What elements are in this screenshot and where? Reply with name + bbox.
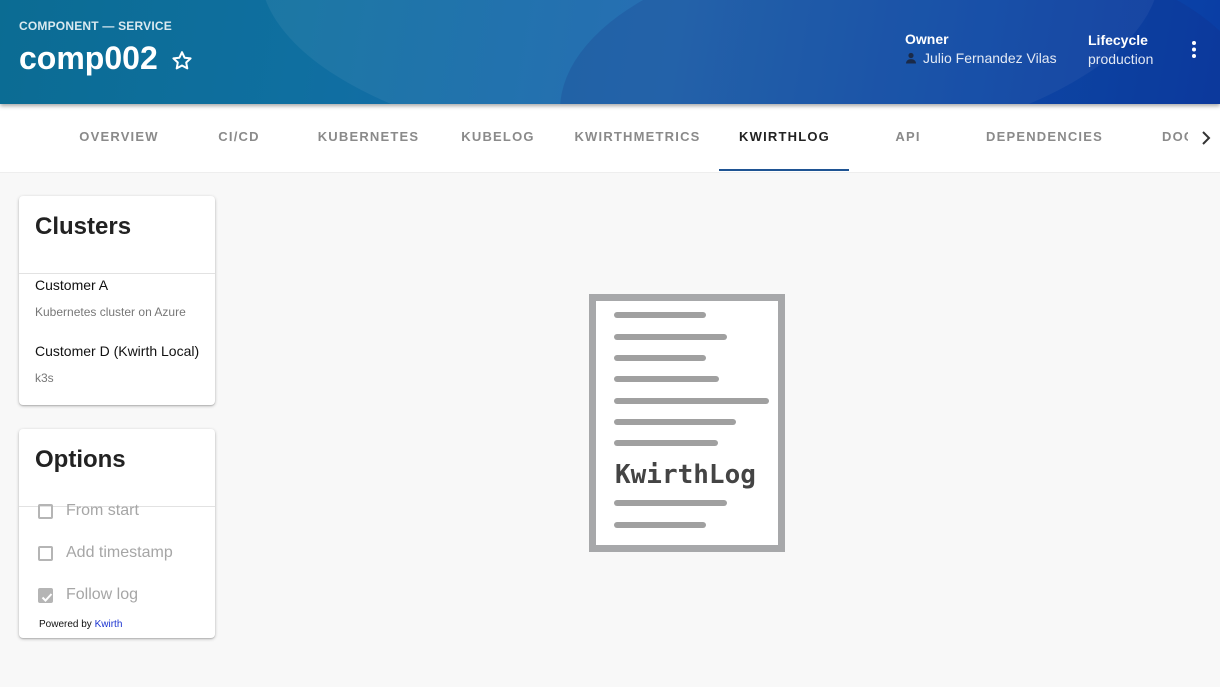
owner-label: Owner xyxy=(905,31,949,47)
lifecycle-value: production xyxy=(1088,51,1154,67)
tab-kwirthmetrics[interactable]: KWIRTHMETRICS xyxy=(555,104,720,172)
option-label: Follow log xyxy=(66,586,139,603)
option-label: Add timestamp xyxy=(66,544,173,561)
tab-api[interactable]: API xyxy=(849,104,967,172)
lifecycle-block: Lifecycle production xyxy=(1088,32,1153,67)
cluster-name: Customer A xyxy=(35,277,109,293)
chevron-right-icon[interactable] xyxy=(1196,124,1216,152)
person-icon xyxy=(906,52,916,64)
cluster-name: Customer D (Kwirth Local) xyxy=(35,343,200,359)
powered-by: Powered by Kwirth xyxy=(39,619,122,630)
tab-kwirthlog[interactable]: KWIRTHLOG xyxy=(720,104,849,172)
cluster-description: k3s xyxy=(35,371,54,385)
more-options-icon[interactable] xyxy=(1186,40,1202,60)
tab-overview[interactable]: OVERVIEW xyxy=(56,104,182,172)
tab-dependencies[interactable]: DEPENDENCIES xyxy=(967,104,1122,172)
clusters-title: Clusters xyxy=(35,213,132,240)
entity-kind-label: COMPONENT — SERVICE xyxy=(19,19,172,33)
checkbox[interactable] xyxy=(38,503,53,519)
cluster-item-customer-d[interactable]: Customer D (Kwirth Local) k3s xyxy=(35,343,199,385)
page-header: COMPONENT — SERVICE comp002 Owner Julio … xyxy=(0,0,1220,104)
star-icon[interactable] xyxy=(170,49,194,73)
kwirthlog-caption: KwirthLog xyxy=(615,460,756,490)
owner-link[interactable]: Julio Fernandez Vilas xyxy=(905,50,1057,66)
tab-kubernetes[interactable]: KUBERNETES xyxy=(296,104,441,172)
check-icon xyxy=(41,592,53,602)
options-card: Options From start Add timestamp Follow … xyxy=(19,429,215,638)
lifecycle-label: Lifecycle xyxy=(1088,32,1148,48)
option-follow-log[interactable]: Follow log xyxy=(38,586,138,604)
tab-cicd[interactable]: CI/CD xyxy=(182,104,296,172)
kwirth-link[interactable]: Kwirth xyxy=(95,619,123,630)
checkbox[interactable] xyxy=(38,545,53,561)
tab-docs[interactable]: DOCS xyxy=(1150,104,1188,172)
owner-name: Julio Fernandez Vilas xyxy=(923,50,1057,66)
checkbox-checked[interactable] xyxy=(38,587,53,603)
tab-kubelog[interactable]: KUBELOG xyxy=(441,104,555,172)
kwirthlog-document-icon: KwirthLog xyxy=(589,294,785,552)
active-tab-indicator xyxy=(719,169,849,171)
owner-block: Owner Julio Fernandez Vilas xyxy=(905,31,1057,66)
option-label: From start xyxy=(66,502,139,519)
powered-prefix: Powered by xyxy=(39,619,92,630)
clusters-card: Clusters Customer A Kubernetes cluster o… xyxy=(19,196,215,405)
option-add-timestamp[interactable]: Add timestamp xyxy=(38,544,173,562)
cluster-item-customer-a[interactable]: Customer A Kubernetes cluster on Azure xyxy=(35,277,186,319)
tab-bar: OVERVIEW CI/CD KUBERNETES KUBELOG KWIRTH… xyxy=(0,104,1220,173)
cluster-description: Kubernetes cluster on Azure xyxy=(35,305,186,319)
options-title: Options xyxy=(35,446,126,473)
divider xyxy=(19,273,215,274)
option-from-start[interactable]: From start xyxy=(38,502,139,520)
page-title: comp002 xyxy=(19,40,158,76)
